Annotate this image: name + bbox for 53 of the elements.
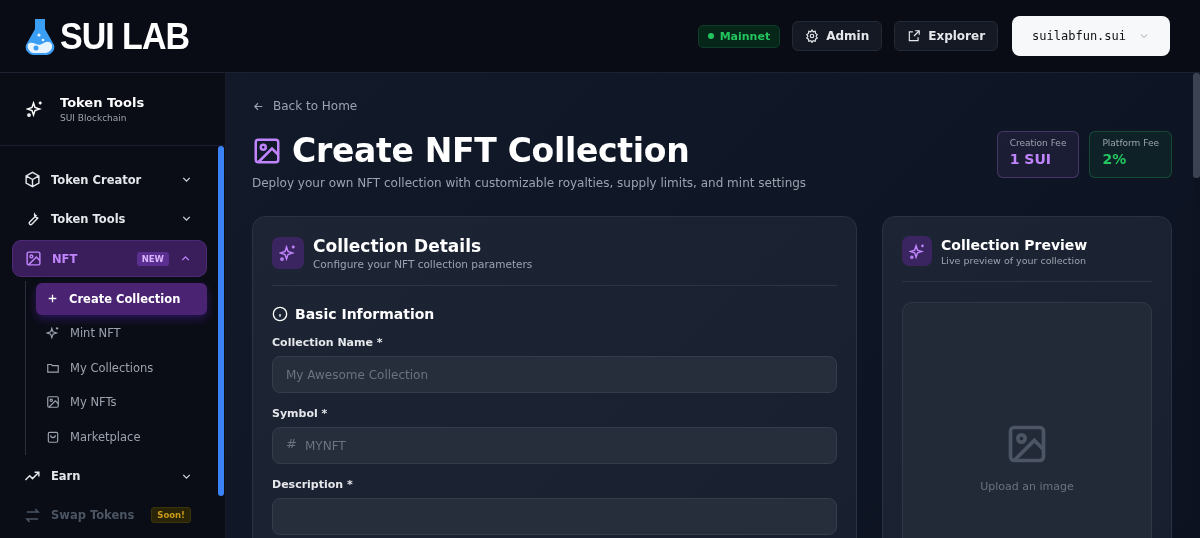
admin-button[interactable]: Admin (792, 21, 883, 51)
nav-item[interactable]: Token Tools (12, 201, 207, 236)
field-label: Collection Name * (272, 336, 384, 349)
settings-icon (805, 29, 820, 43)
image-icon (46, 395, 60, 410)
input-field[interactable]: My Awesome Collection (272, 356, 837, 393)
sparkles-icon (26, 100, 44, 118)
back-link[interactable]: Back to Home (252, 99, 358, 113)
section-title: Basic Information (295, 306, 435, 322)
page-title: Create NFT Collection (292, 131, 690, 170)
bag-icon (46, 429, 60, 444)
fee-value: 2% (1102, 151, 1128, 167)
sparkles-icon (902, 236, 932, 266)
card-title: Collection Preview (941, 236, 1088, 253)
network-badge: Mainnet (697, 24, 781, 48)
sidebar-title: Token Tools (60, 95, 145, 110)
field-label: Description * (272, 478, 354, 491)
info-icon (272, 306, 288, 322)
nav-subitem[interactable]: Create Collection (36, 283, 207, 315)
page-subtitle: Deploy your own NFT collection with customizable royalties, supply limits, and mint settings (252, 176, 807, 190)
swap-icon (24, 506, 41, 524)
badge: NEW (136, 251, 169, 266)
wallet-button[interactable]: suilabfun.sui (1012, 16, 1170, 56)
nav-subitem[interactable]: Marketplace (36, 421, 207, 453)
sparkles-icon (46, 326, 60, 341)
flask-icon (24, 16, 56, 56)
fee-label: Platform Fee (1102, 138, 1159, 148)
card-subtitle: Configure your NFT collection parameters (313, 258, 533, 270)
sparkles-icon (272, 237, 304, 269)
card-title: Collection Details (313, 236, 483, 256)
card-subtitle: Live preview of your collection (941, 254, 1088, 266)
upload-hint: Upload an image (980, 479, 1074, 493)
input-field[interactable] (272, 498, 837, 535)
image-icon (25, 250, 42, 267)
scrollbar-thumb[interactable] (1193, 73, 1200, 178)
nav-item[interactable]: NFT NEW (12, 240, 207, 277)
nav-item[interactable]: Token Creator (12, 162, 207, 197)
nav-item[interactable]: Earn (12, 458, 207, 494)
fee-label: Creation Fee (1009, 138, 1067, 148)
hash-icon: # (286, 437, 297, 450)
nav-subitem[interactable]: My NFTs (36, 386, 207, 418)
cube-icon (24, 171, 41, 188)
sidebar-subtitle: SUI Blockchain (60, 113, 128, 123)
badge: Soon! (151, 507, 191, 523)
logo[interactable]: SUI LAB (24, 16, 189, 56)
explorer-button[interactable]: Explorer (894, 21, 999, 51)
logo-text: SUI LAB (60, 14, 189, 58)
nav-subitem[interactable]: Mint NFT (36, 317, 207, 349)
field-label: Symbol * (272, 407, 329, 420)
fee-value: 1 SUI (1009, 151, 1052, 167)
external-link-icon (907, 29, 922, 43)
nav-subitem[interactable]: My Collections (36, 352, 207, 384)
scrollbar-thumb[interactable] (218, 146, 224, 496)
